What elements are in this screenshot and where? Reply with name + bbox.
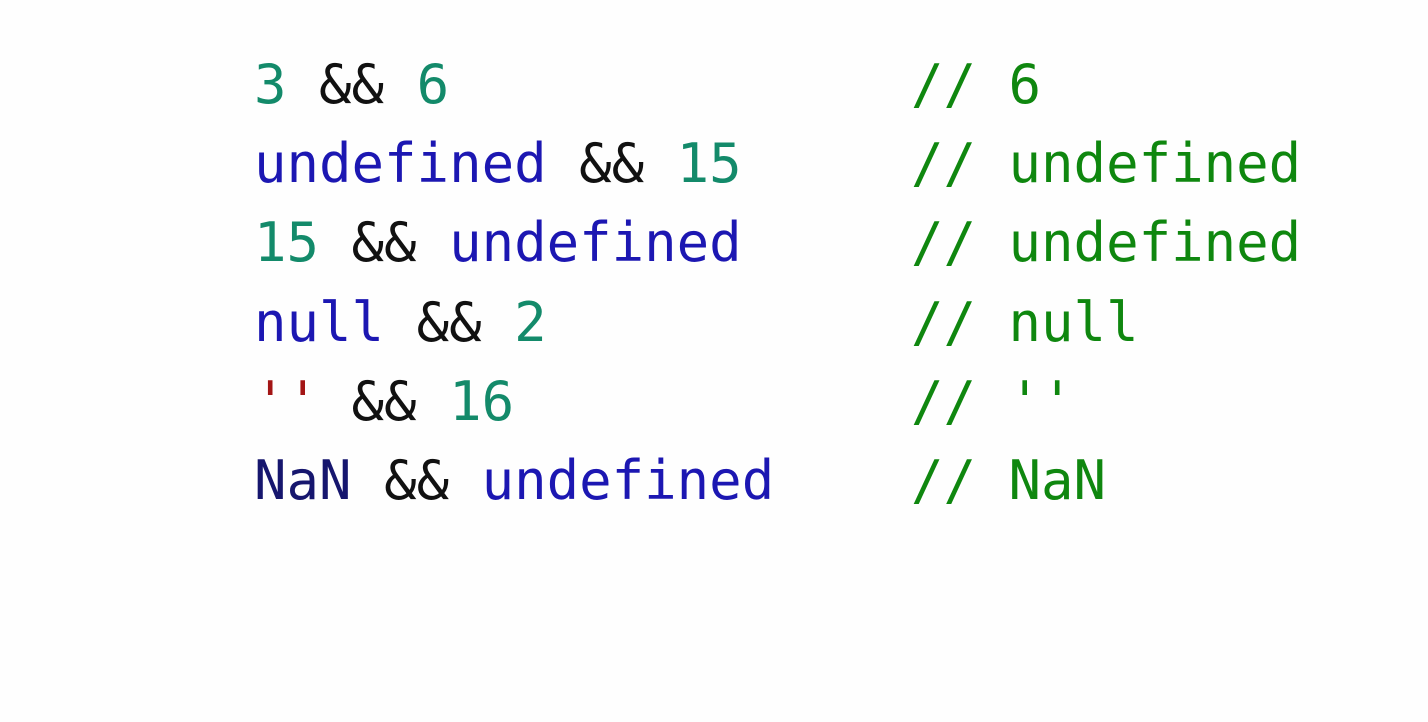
token-number: 2 (514, 291, 547, 354)
code-expression: '' && 16 (254, 372, 514, 432)
code-line: '' && 16 // '' (254, 372, 1414, 432)
token-number: 6 (416, 53, 450, 116)
token-keyword: undefined (481, 449, 775, 512)
token-string: '' (254, 370, 320, 433)
result-comment: // undefined (911, 211, 1302, 274)
code-line: undefined && 15 // undefined (254, 134, 1414, 194)
code-expression: 3 && 6 (254, 55, 449, 115)
token-operator: && (351, 211, 417, 274)
result-comment: // null (911, 291, 1139, 354)
code-expression: null && 2 (254, 293, 547, 353)
code-line: 15 && undefined // undefined (254, 213, 1414, 273)
token-operator: && (351, 370, 417, 433)
token-keyword: null (254, 291, 385, 354)
code-line: 3 && 6 // 6 (254, 55, 1414, 115)
token-number: 16 (449, 370, 515, 433)
token-number: 3 (254, 53, 287, 116)
code-expression: undefined && 15 (254, 134, 742, 194)
token-operator: && (384, 449, 450, 512)
code-expression: NaN && undefined (254, 451, 774, 511)
code-line: NaN && undefined // NaN (254, 451, 1414, 511)
result-comment: // '' (911, 370, 1074, 433)
token-global: NaN (254, 449, 352, 512)
result-comment: // undefined (911, 132, 1302, 195)
result-comment: // 6 (911, 53, 1042, 116)
code-line: null && 2 // null (254, 293, 1414, 353)
result-comment: // NaN (911, 449, 1107, 512)
token-operator: && (416, 291, 482, 354)
code-expression: 15 && undefined (254, 213, 742, 273)
token-operator: && (319, 53, 385, 116)
token-number: 15 (254, 211, 320, 274)
code-view: 3 && 6// 6 undefined && 15// undefined 15 … (0, 0, 1428, 722)
token-keyword: undefined (254, 132, 547, 195)
token-number: 15 (676, 132, 742, 195)
token-operator: && (579, 132, 645, 195)
token-keyword: undefined (449, 211, 742, 274)
